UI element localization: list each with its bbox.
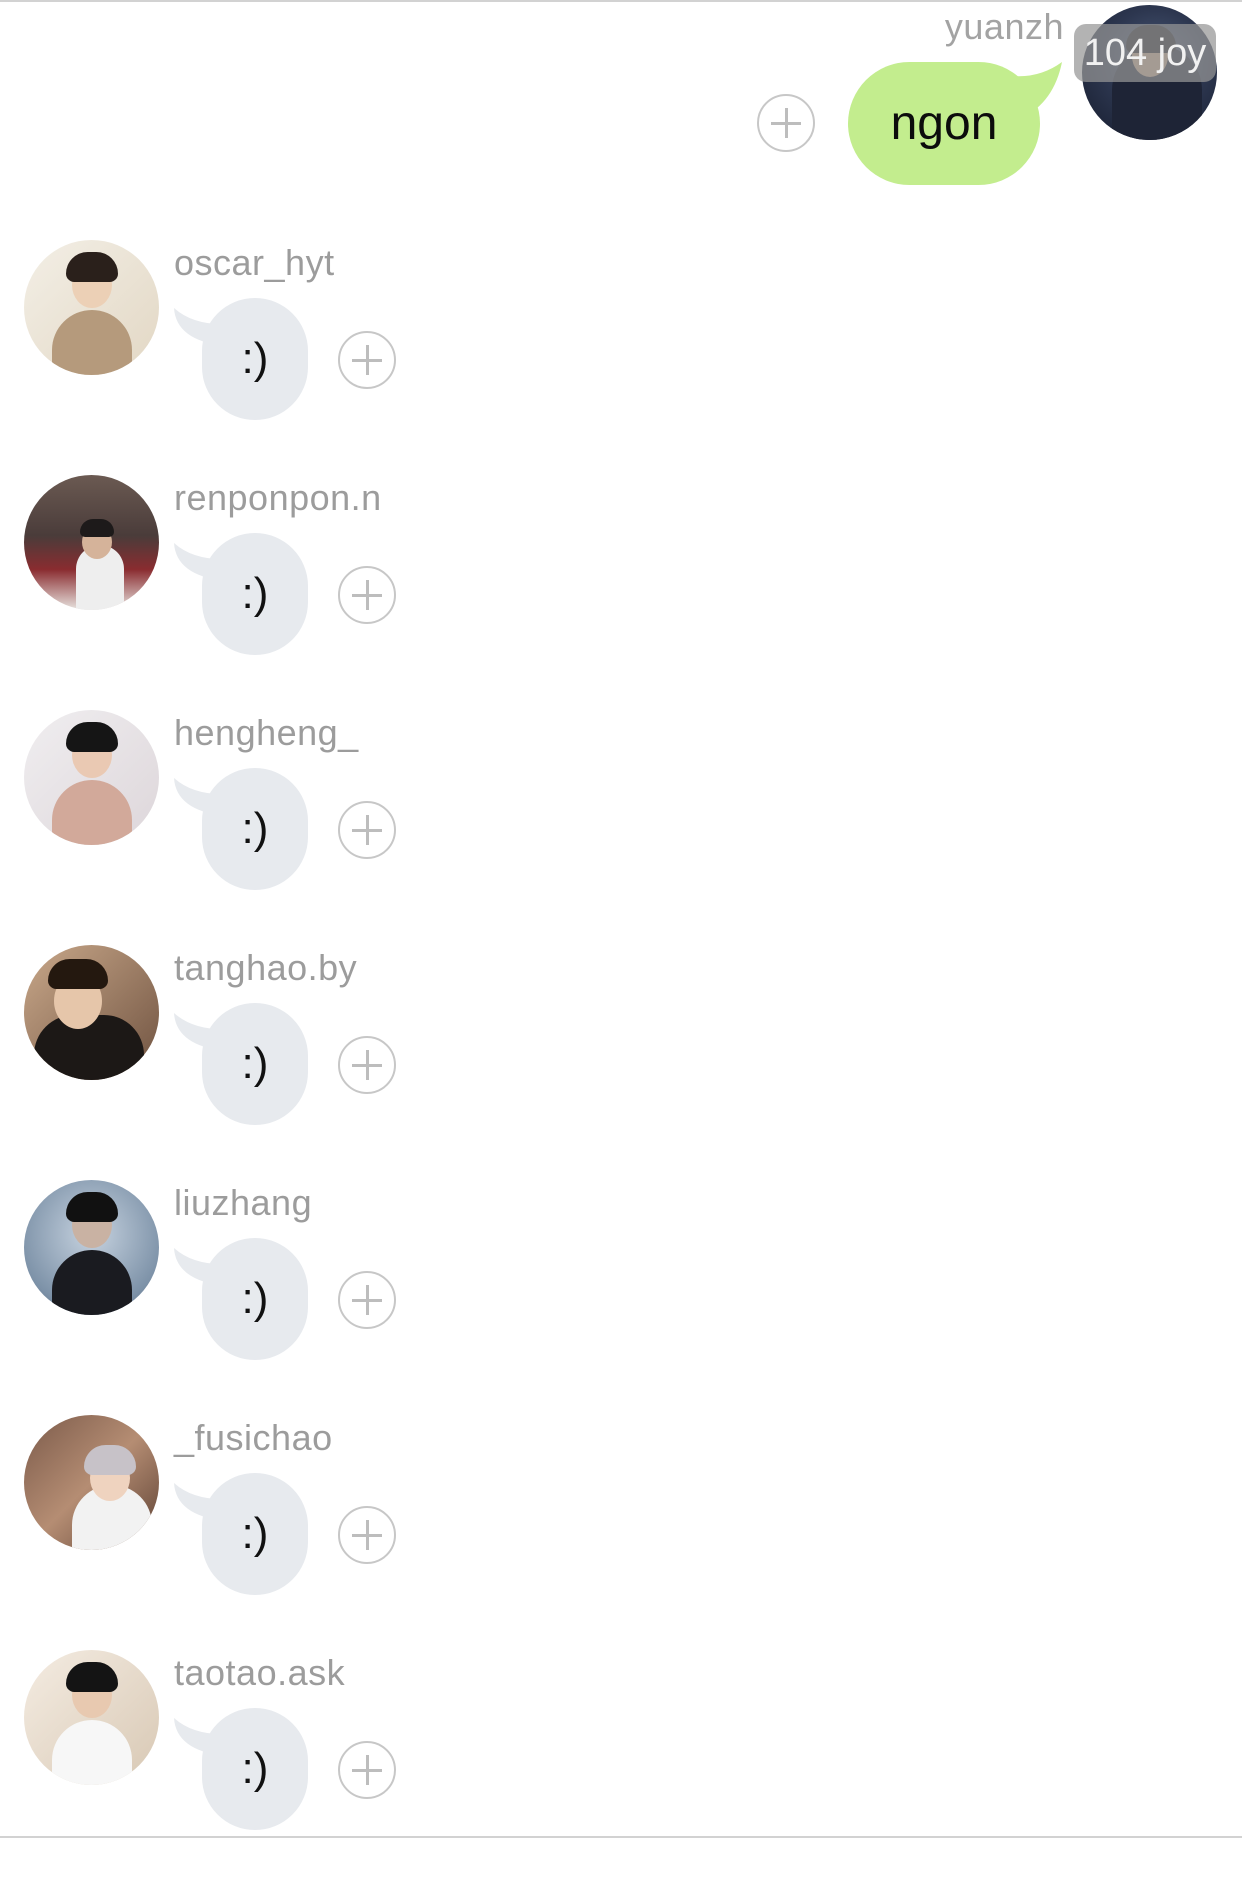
username: hengheng_ <box>174 712 359 753</box>
message-row: oscar_hyt :) <box>0 240 1242 475</box>
avatar[interactable] <box>24 1650 159 1785</box>
avatar[interactable] <box>24 945 159 1080</box>
message-row: hengheng_ :) <box>0 710 1242 945</box>
add-reaction-plus-icon[interactable] <box>338 1506 396 1564</box>
add-reaction-plus-icon[interactable] <box>338 331 396 389</box>
avatar[interactable] <box>24 475 159 610</box>
username: liuzhang <box>174 1182 313 1223</box>
avatar[interactable] <box>24 240 159 375</box>
username: tanghao.by <box>174 947 358 988</box>
message-bubble[interactable]: :) <box>202 533 308 655</box>
bottom-divider <box>0 1836 1242 1838</box>
message-row: liuzhang :) <box>0 1180 1242 1415</box>
message-row: _fusichao :) <box>0 1415 1242 1650</box>
avatar[interactable] <box>24 1180 159 1315</box>
add-reaction-plus-icon[interactable] <box>338 566 396 624</box>
message-bubble[interactable]: :) <box>202 1708 308 1830</box>
message-bubble[interactable]: :) <box>202 1238 308 1360</box>
own-username: yuanzh <box>944 6 1064 47</box>
own-message-bubble[interactable]: ngon <box>848 62 1040 185</box>
message-row: tanghao.by :) <box>0 945 1242 1180</box>
add-reaction-plus-icon[interactable] <box>338 1271 396 1329</box>
add-reaction-plus-icon[interactable] <box>338 801 396 859</box>
message-row: renponpon.n :) <box>0 475 1242 710</box>
message-bubble[interactable]: :) <box>202 298 308 420</box>
own-badge: 104 joy <box>1074 24 1216 82</box>
top-divider <box>0 0 1242 2</box>
avatar[interactable] <box>24 710 159 845</box>
add-reaction-plus-icon[interactable] <box>757 94 815 152</box>
add-reaction-plus-icon[interactable] <box>338 1741 396 1799</box>
username: taotao.ask <box>174 1652 346 1693</box>
username: renponpon.n <box>174 477 382 518</box>
message-row: taotao.ask :) <box>0 1650 1242 1885</box>
avatar[interactable] <box>24 1415 159 1550</box>
message-bubble[interactable]: :) <box>202 1473 308 1595</box>
add-reaction-plus-icon[interactable] <box>338 1036 396 1094</box>
username: oscar_hyt <box>174 242 335 283</box>
message-bubble[interactable]: :) <box>202 768 308 890</box>
message-bubble[interactable]: :) <box>202 1003 308 1125</box>
username: _fusichao <box>174 1417 333 1458</box>
